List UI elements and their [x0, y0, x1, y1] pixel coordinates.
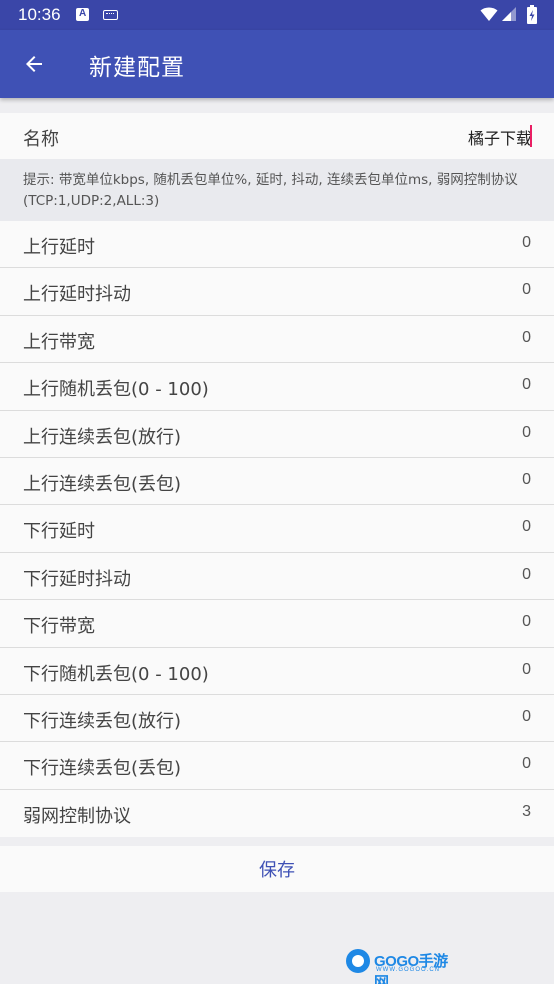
text-cursor [530, 125, 532, 147]
setting-value-input[interactable]: 0 [522, 661, 531, 679]
setting-row-down-jitter[interactable]: 下行延时抖动 0 [0, 553, 554, 601]
setting-value-input[interactable]: 0 [522, 424, 531, 442]
setting-label: 弱网控制协议 [23, 805, 131, 827]
keyboard-icon [103, 10, 118, 20]
setting-value-input[interactable]: 0 [522, 281, 531, 299]
setting-value-input[interactable]: 0 [522, 518, 531, 536]
setting-label: 下行延时抖动 [23, 568, 131, 590]
hint-text: 提示: 带宽单位kbps, 随机丢包单位%, 延时, 抖动, 连续丢包单位ms,… [23, 172, 518, 209]
setting-row-up-random-loss[interactable]: 上行随机丢包(0 - 100) 0 [0, 363, 554, 411]
watermark-subtext: WWW.GOGOO.CN [376, 967, 440, 973]
setting-value-input[interactable]: 0 [522, 708, 531, 726]
setting-row-up-burst-pass[interactable]: 上行连续丢包(放行) 0 [0, 411, 554, 458]
setting-label: 上行延时抖动 [23, 284, 131, 306]
setting-label: 上行连续丢包(丢包) [23, 473, 182, 495]
setting-label: 上行随机丢包(0 - 100) [23, 379, 209, 401]
setting-row-down-burst-drop[interactable]: 下行连续丢包(丢包) 0 [0, 742, 554, 790]
gogo-logo-icon [346, 949, 370, 973]
setting-label: 下行连续丢包(放行) [23, 710, 182, 732]
app-bar: 新建配置 [0, 30, 554, 98]
page-title: 新建配置 [89, 55, 185, 81]
setting-label: 下行连续丢包(丢包) [23, 758, 182, 780]
settings-list: 上行延时 0 上行延时抖动 0 上行带宽 0 上行随机丢包(0 - 100) 0… [0, 221, 554, 838]
setting-label: 上行带宽 [23, 331, 95, 353]
save-button[interactable]: 保存 [0, 846, 554, 892]
setting-row-up-delay[interactable]: 上行延时 0 [0, 221, 554, 269]
setting-value-input[interactable]: 0 [522, 376, 531, 394]
watermark-logo: GOGO手游网 WWW.GOGOO.CN [346, 948, 456, 984]
status-bar: 10:36 [0, 0, 554, 30]
setting-value-input[interactable]: 0 [522, 566, 531, 584]
setting-label: 上行连续丢包(放行) [23, 426, 182, 448]
setting-value-input[interactable]: 0 [522, 613, 531, 631]
setting-row-down-delay[interactable]: 下行延时 0 [0, 505, 554, 553]
setting-label: 下行延时 [23, 521, 95, 543]
setting-row-protocol[interactable]: 弱网控制协议 3 [0, 790, 554, 837]
setting-label: 上行延时 [23, 237, 95, 258]
name-field-label: 名称 [23, 129, 59, 150]
battery-charging-icon [527, 5, 537, 24]
setting-row-up-jitter[interactable]: 上行延时抖动 0 [0, 268, 554, 316]
setting-row-down-burst-pass[interactable]: 下行连续丢包(放行) 0 [0, 695, 554, 743]
setting-value-input[interactable]: 3 [522, 803, 531, 821]
setting-value-input[interactable]: 0 [522, 471, 531, 489]
setting-label: 下行随机丢包(0 - 100) [23, 663, 209, 685]
setting-value-input[interactable]: 0 [522, 234, 531, 252]
save-bar: 保存 [0, 846, 554, 892]
wifi-icon [480, 7, 498, 21]
name-input[interactable]: 橘子下载 [468, 125, 532, 149]
signal-icon [502, 7, 516, 21]
back-arrow-icon[interactable] [22, 52, 46, 76]
notification-a-icon [76, 8, 89, 21]
hint-panel: 提示: 带宽单位kbps, 随机丢包单位%, 延时, 抖动, 连续丢包单位ms,… [0, 159, 554, 221]
setting-value-input[interactable]: 0 [522, 755, 531, 773]
setting-row-down-random-loss[interactable]: 下行随机丢包(0 - 100) 0 [0, 648, 554, 695]
setting-row-up-burst-drop[interactable]: 上行连续丢包(丢包) 0 [0, 458, 554, 506]
setting-row-up-bandwidth[interactable]: 上行带宽 0 [0, 316, 554, 364]
setting-label: 下行带宽 [23, 616, 95, 638]
name-field-row: 名称 橘子下载 [0, 113, 554, 159]
setting-value-input[interactable]: 0 [522, 329, 531, 347]
setting-row-down-bandwidth[interactable]: 下行带宽 0 [0, 600, 554, 648]
status-time: 10:36 [18, 5, 61, 24]
